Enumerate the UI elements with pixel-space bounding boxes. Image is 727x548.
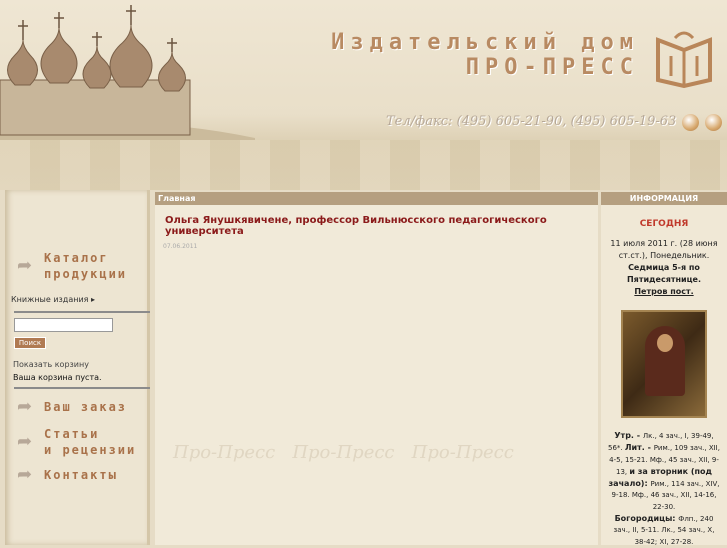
menu-catalog[interactable]: ➦ Каталог продукции	[17, 250, 128, 282]
show-cart-link[interactable]: Показать корзину	[13, 360, 89, 369]
arrow-icon: ➦	[17, 396, 33, 417]
breadcrumb[interactable]: Главная	[155, 192, 598, 205]
header: Издательский дом ПРО-ПРЕСС Тел/факс: (49…	[0, 0, 727, 190]
main-content: Главная Ольга Янушкявичене, профессор Ви…	[155, 192, 598, 545]
triangle-right-icon: ▸	[91, 295, 96, 304]
watermark: Про-Пресс Про-Пресс Про-Пресс	[173, 442, 514, 463]
menu-contacts-label: Контакты	[44, 468, 118, 482]
menu-your-order-label: Ваш заказ	[44, 400, 128, 414]
church-domes-image	[0, 5, 255, 140]
ornament-strip	[0, 140, 727, 190]
week-text: Седмица 5-я по Пятидесятнице.	[626, 263, 701, 284]
menu-articles[interactable]: ➦ Статьи и рецензии	[17, 426, 136, 458]
phone-fax: Тел/факс: (495) 605-21-90, (495) 605-19-…	[386, 114, 677, 129]
book-editions-link[interactable]: Книжные издания ▸	[11, 295, 95, 304]
date-text: 11 июля 2011 г. (28 июня ст.ст.), Понеде…	[610, 239, 718, 260]
home-icon[interactable]	[705, 114, 722, 131]
search-button[interactable]: Поиск	[14, 337, 46, 349]
menu-contacts[interactable]: ➦ Контакты	[17, 464, 118, 485]
info-sidebar: ИНФОРМАЦИЯ СЕГОДНЯ 11 июля 2011 г. (28 и…	[601, 192, 727, 548]
arrow-icon: ➦	[17, 255, 33, 276]
articles-line1: Статьи	[44, 427, 100, 441]
today-heading: СЕГОДНЯ	[639, 219, 689, 229]
arrow-icon: ➦	[17, 431, 33, 452]
book-logo	[656, 31, 712, 88]
menu-your-order[interactable]: ➦ Ваш заказ	[17, 396, 128, 417]
fast-link[interactable]: Петров пост.	[601, 286, 727, 298]
menu-articles-label: Статьи и рецензии	[44, 426, 136, 458]
book-editions-label: Книжные издания	[11, 295, 89, 304]
article-title[interactable]: Ольга Янушкявичене, профессор Вильнюсско…	[155, 205, 598, 237]
menu-catalog-label: Каталог продукции	[44, 251, 128, 281]
reading-label: Лит. -	[624, 443, 654, 453]
reading-label: Утр. -	[614, 431, 643, 440]
divider	[14, 387, 150, 389]
arrow-icon: ➦	[17, 464, 33, 485]
site-name: ПРО-ПРЕСС	[465, 55, 639, 80]
left-sidebar: ➦ Каталог продукции Книжные издания ▸ По…	[5, 190, 150, 545]
icon-image	[621, 310, 707, 418]
articles-line2: и рецензии	[44, 443, 137, 457]
readings: Утр. - Лк., 4 зач., I, 39-49, 56*. Лит. …	[601, 430, 727, 548]
globe-icon[interactable]	[682, 114, 699, 131]
info-header: ИНФОРМАЦИЯ	[601, 192, 727, 205]
divider	[14, 311, 150, 313]
site-title: Издательский дом	[331, 30, 639, 55]
reading-label: Богородицы:	[614, 514, 679, 524]
search-input[interactable]	[14, 318, 113, 332]
cart-status: Ваша корзина пуста.	[13, 373, 102, 382]
article-date: 07.06.2011	[163, 243, 198, 250]
